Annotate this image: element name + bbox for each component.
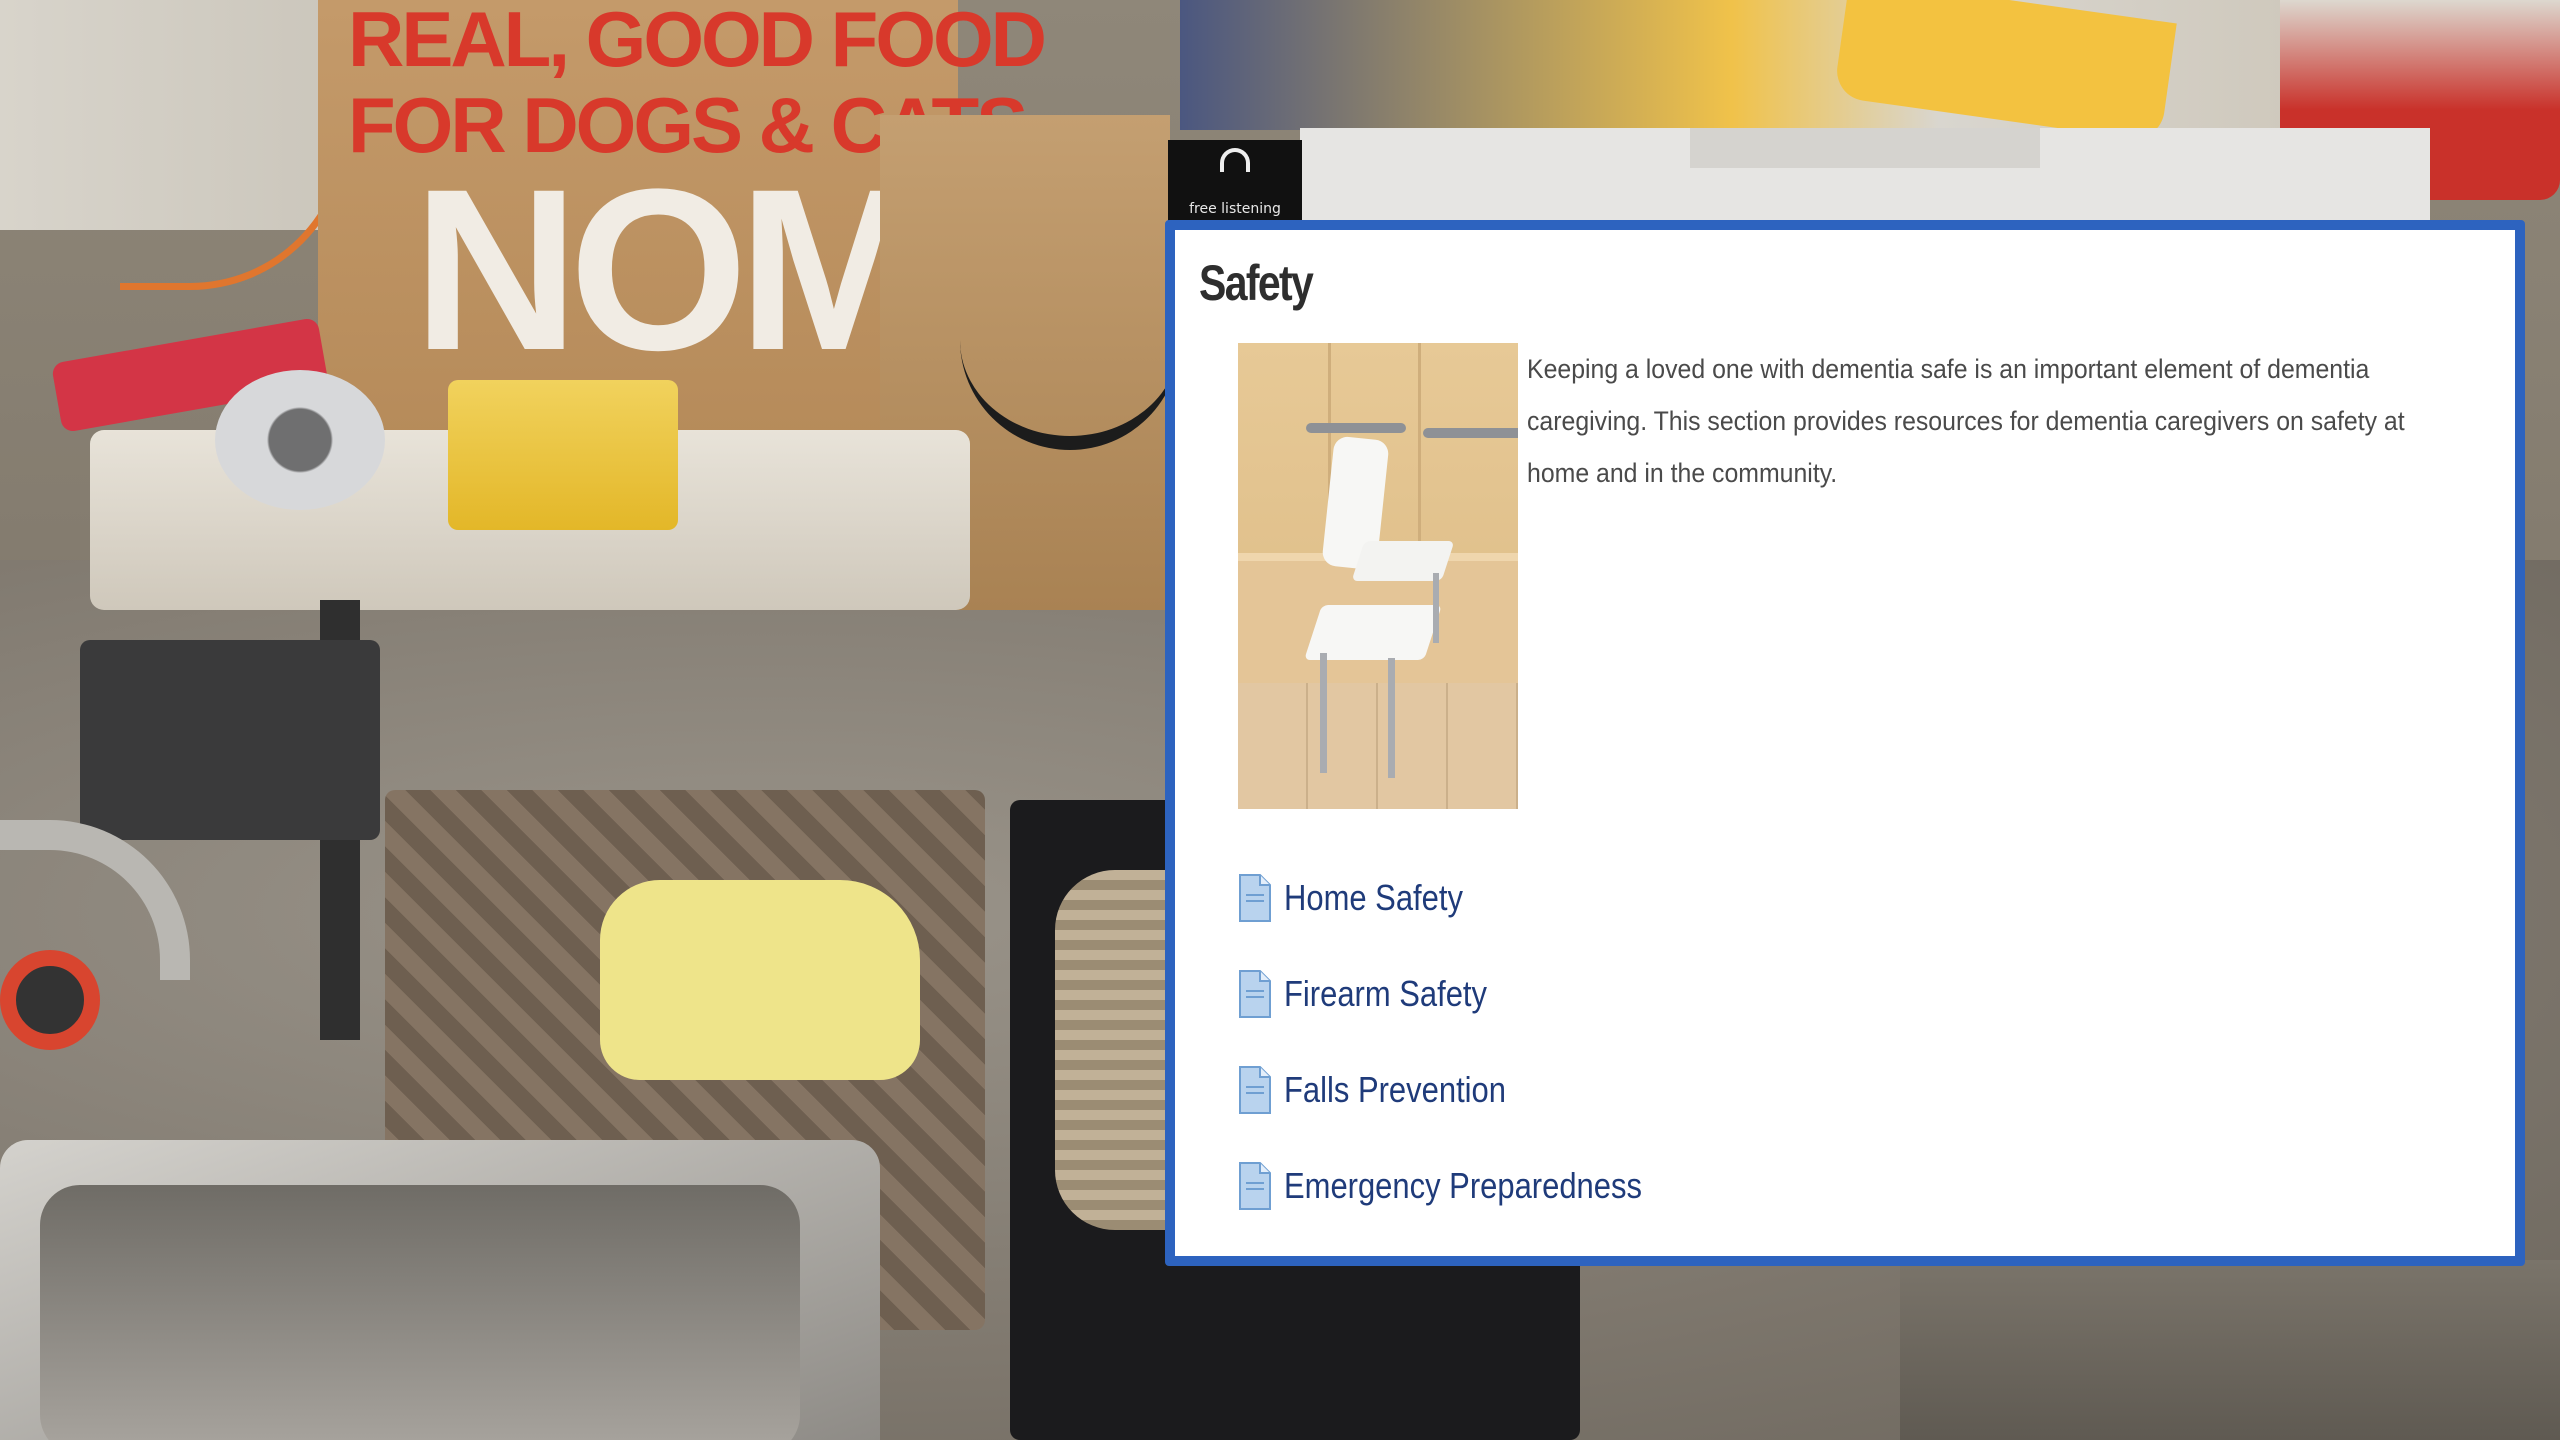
sink-basin (40, 1185, 800, 1440)
link-emergency-preparedness[interactable]: Emergency Preparedness (1238, 1138, 1700, 1234)
tile-floor (1238, 683, 1518, 809)
nom-cardboard-box: REAL, GOOD FOOD FOR DOGS & CATS NOM (318, 0, 1047, 440)
link-label: Firearm Safety (1284, 973, 1488, 1014)
link-home-safety[interactable]: Home Safety (1238, 850, 1700, 946)
section-description: Keeping a loved one with dementia safe i… (1527, 354, 2405, 488)
resource-links: Home Safety Firearm Safety Falls Prevent… (1238, 850, 1700, 1234)
chair-leg (1388, 658, 1395, 778)
shower-chair-photo (1238, 343, 1518, 809)
link-falls-prevention[interactable]: Falls Prevention (1238, 1042, 1700, 1138)
floor-cables (1900, 1260, 2560, 1440)
link-label: Emergency Preparedness (1284, 1165, 1642, 1206)
chair-leg (1320, 653, 1327, 773)
yellow-towel (600, 880, 920, 1080)
link-firearm-safety[interactable]: Firearm Safety (1238, 946, 1700, 1042)
safety-section: Safety Keeping a loved one with dementia… (1165, 220, 2525, 1266)
document-icon (1238, 969, 1272, 1019)
orange-cable (120, 0, 350, 290)
document-icon (1238, 873, 1272, 923)
miter-saw (80, 640, 380, 840)
header-search-area (1690, 128, 2040, 168)
box-logo: NOM (413, 141, 930, 398)
document-icon (1238, 1161, 1272, 1211)
listen-label: free listening (1189, 201, 1281, 217)
chair-leg (1433, 573, 1439, 643)
grab-bar (1423, 428, 1518, 438)
link-label: Falls Prevention (1284, 1069, 1506, 1110)
document-icon (1238, 1065, 1272, 1115)
chair-seat (1351, 541, 1455, 581)
woven-basket (1055, 870, 1175, 1230)
tape-roll (215, 370, 385, 510)
headphones-icon (1220, 148, 1250, 172)
grab-bar (1306, 423, 1406, 433)
section-title: Safety (1199, 255, 1314, 311)
bit-case (448, 380, 678, 530)
box-print-line1: REAL, GOOD FOOD (348, 0, 1047, 83)
listen-tab[interactable]: free listening (1168, 140, 1302, 222)
link-label: Home Safety (1284, 877, 1463, 918)
chair-seat (1304, 605, 1442, 660)
